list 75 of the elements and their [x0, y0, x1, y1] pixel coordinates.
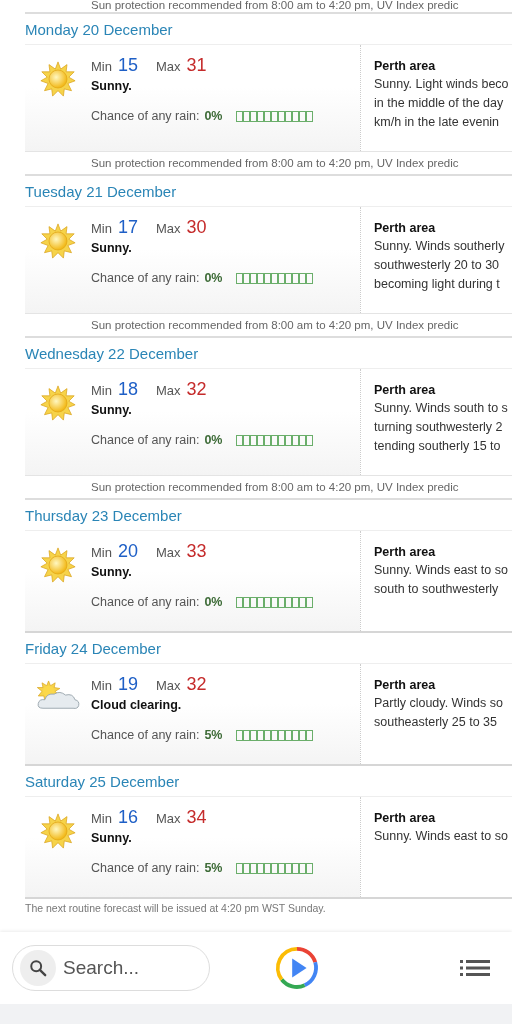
rain-scale-icon — [236, 110, 314, 122]
forecast-summary: Sunny. — [91, 241, 133, 255]
min-temperature: 18 — [117, 379, 138, 400]
next-forecast-note: The next routine forecast will be issued at 4:20 pm WST Sunday. — [25, 901, 327, 914]
rain-label: Chance of any rain: — [91, 271, 200, 285]
area-title: Perth area — [374, 59, 437, 73]
rain-chance: 0% — [204, 271, 223, 285]
area-forecast: Sunny. Winds east to so — [374, 828, 509, 845]
rain-chance: 0% — [204, 109, 223, 123]
area-forecast: Sunny. Winds east to so south to southwesterly — [374, 562, 509, 598]
area-forecast: Sunny. Light winds beco in the middle of the day km/h in the late evenin — [374, 76, 510, 131]
max-temperature: 32 — [186, 379, 207, 400]
rain-scale-icon — [236, 596, 314, 608]
max-label: Max — [156, 383, 181, 398]
uv-note: Sun protection recommended from 8:00 am to 4:20 pm, UV Index predic — [25, 476, 512, 500]
sun-cloud-icon — [35, 680, 81, 712]
forecast-summary: Cloud clearing. — [91, 698, 183, 712]
min-temperature: 20 — [117, 541, 138, 562]
max-label: Max — [156, 59, 181, 74]
list-icon[interactable] — [460, 958, 490, 978]
area-title: Perth area — [374, 811, 437, 825]
min-label: Min — [91, 221, 112, 236]
sun-icon — [40, 813, 76, 849]
area-forecast: Sunny. Winds southerly southwesterly 20 to 30 becoming light during t — [374, 238, 506, 293]
min-label: Min — [91, 811, 112, 826]
search-field[interactable]: Search... — [12, 945, 210, 991]
area-title: Perth area — [374, 545, 437, 559]
max-label: Max — [156, 545, 181, 560]
search-icon — [29, 959, 47, 977]
forecast-summary: Sunny. — [91, 565, 133, 579]
rain-chance: 0% — [204, 433, 223, 447]
rain-chance: 0% — [204, 595, 223, 609]
rain-scale-icon — [236, 272, 314, 284]
max-temperature: 34 — [186, 807, 207, 828]
area-title: Perth area — [374, 383, 437, 397]
rain-label: Chance of any rain: — [91, 109, 200, 123]
min-temperature: 17 — [117, 217, 138, 238]
uv-note: Sun protection recommended from 8:00 am to 4:20 pm, UV Index predic — [25, 0, 512, 14]
max-label: Max — [156, 221, 181, 236]
max-temperature: 32 — [186, 674, 207, 695]
min-temperature: 15 — [117, 55, 138, 76]
rain-scale-icon — [236, 862, 314, 874]
rain-chance: 5% — [204, 728, 223, 742]
min-label: Min — [91, 678, 112, 693]
sun-icon — [40, 547, 76, 583]
area-forecast: Sunny. Winds south to s turning southwesterly 2 tending southerly 15 to — [374, 400, 509, 455]
rain-label: Chance of any rain: — [91, 728, 200, 742]
area-title: Perth area — [374, 221, 437, 235]
max-temperature: 33 — [186, 541, 207, 562]
area-forecast: Partly cloudy. Winds so southeasterly 25 to 35 — [374, 695, 504, 731]
max-temperature: 30 — [186, 217, 207, 238]
rain-label: Chance of any rain: — [91, 433, 200, 447]
uv-note: Sun protection recommended from 8:00 am to 4:20 pm, UV Index predic — [25, 314, 512, 338]
rain-scale-icon — [236, 434, 314, 446]
min-temperature: 19 — [117, 674, 138, 695]
forecast-summary: Sunny. — [91, 831, 133, 845]
forecast-summary: Sunny. — [91, 79, 133, 93]
sun-icon — [40, 61, 76, 97]
play-icon[interactable] — [274, 945, 320, 991]
rain-label: Chance of any rain: — [91, 861, 200, 875]
min-label: Min — [91, 59, 112, 74]
sun-icon — [40, 223, 76, 259]
area-title: Perth area — [374, 678, 437, 692]
max-label: Max — [156, 678, 181, 693]
rain-chance: 5% — [204, 861, 223, 875]
min-label: Min — [91, 545, 112, 560]
rain-scale-icon — [236, 729, 314, 741]
max-label: Max — [156, 811, 181, 826]
min-temperature: 16 — [117, 807, 138, 828]
rain-label: Chance of any rain: — [91, 595, 200, 609]
sun-icon — [40, 385, 76, 421]
uv-note: Sun protection recommended from 8:00 am to 4:20 pm, UV Index predic — [25, 152, 512, 176]
min-label: Min — [91, 383, 112, 398]
forecast-summary: Sunny. — [91, 403, 133, 417]
max-temperature: 31 — [186, 55, 207, 76]
